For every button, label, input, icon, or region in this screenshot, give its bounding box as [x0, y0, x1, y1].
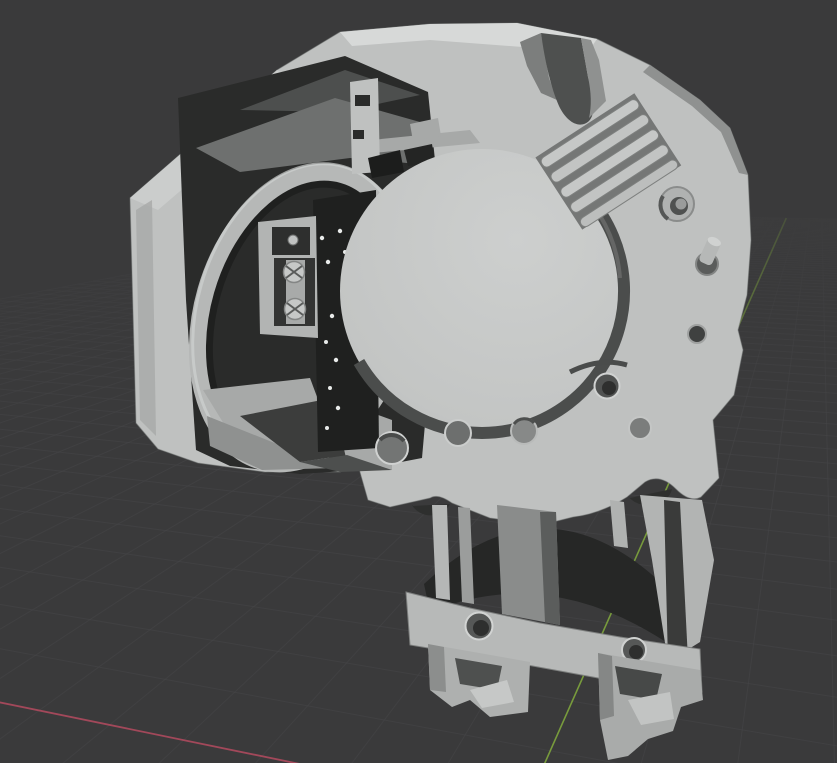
bracket-bar-hole-left	[464, 611, 494, 641]
viewport-3d[interactable]	[0, 0, 837, 763]
terminal-screw-2	[283, 297, 307, 321]
terminal-connector-block	[258, 216, 318, 338]
terminal-screw-1	[282, 260, 306, 284]
small-hole	[687, 324, 707, 344]
counterbore-screw-hole	[658, 186, 695, 222]
viewport-canvas[interactable]	[0, 0, 837, 763]
